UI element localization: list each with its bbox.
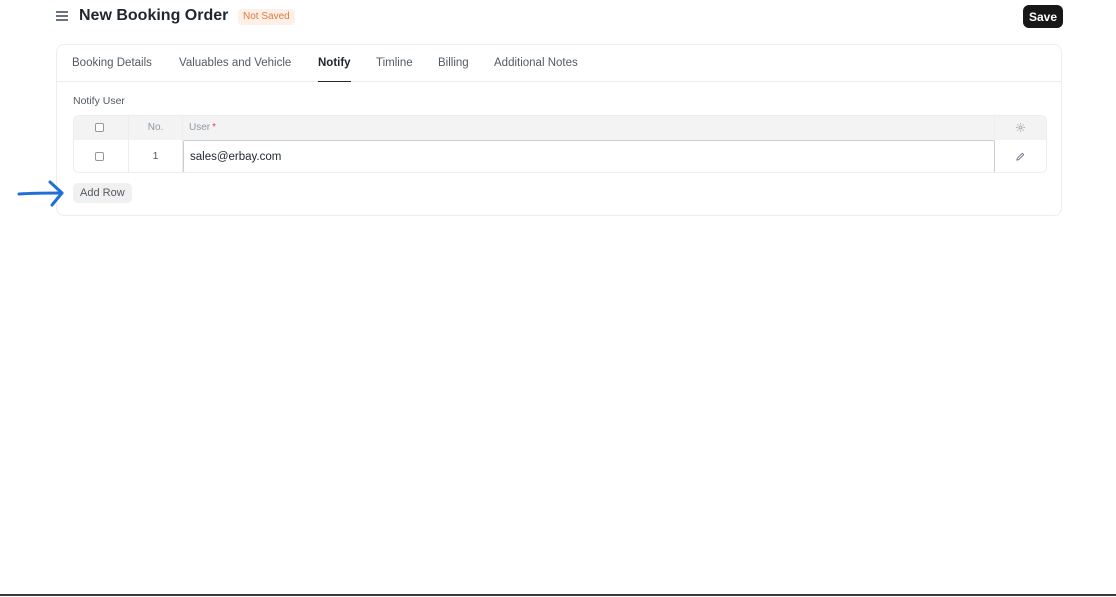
tab-billing[interactable]: Billing bbox=[438, 45, 469, 81]
column-header-user-label: User bbox=[189, 122, 211, 133]
row-check-cell bbox=[74, 140, 129, 172]
arrow-annotation-icon bbox=[17, 180, 64, 207]
table-header: No. User * bbox=[74, 116, 1046, 140]
row-checkbox[interactable] bbox=[95, 152, 104, 161]
tab-valuables-and-vehicle[interactable]: Valuables and Vehicle bbox=[179, 45, 291, 81]
add-row-button[interactable]: Add Row bbox=[73, 183, 132, 203]
required-mark: * bbox=[212, 122, 217, 133]
form-card: Booking Details Valuables and Vehicle No… bbox=[56, 44, 1062, 216]
gear-icon[interactable] bbox=[1015, 122, 1026, 133]
header-check-cell bbox=[74, 116, 129, 140]
row-number: 1 bbox=[152, 150, 159, 162]
row-no-cell: 1 bbox=[129, 140, 183, 172]
save-button[interactable]: Save bbox=[1023, 5, 1063, 28]
hamburger-icon[interactable] bbox=[56, 9, 68, 23]
table-row: 1 bbox=[74, 140, 1046, 172]
status-badge: Not Saved bbox=[238, 9, 295, 25]
row-edit-cell bbox=[995, 140, 1046, 172]
page-title: New Booking Order bbox=[79, 7, 229, 24]
pencil-icon[interactable] bbox=[1015, 151, 1026, 162]
bottom-divider bbox=[0, 594, 1116, 596]
notify-user-table: No. User * 1 bbox=[73, 115, 1047, 173]
tab-bar: Booking Details Valuables and Vehicle No… bbox=[57, 45, 1061, 82]
row-user-cell bbox=[183, 140, 995, 172]
tab-additional-notes[interactable]: Additional Notes bbox=[494, 45, 578, 81]
tab-timline[interactable]: Timline bbox=[376, 45, 413, 81]
notify-user-label: Notify User bbox=[73, 95, 125, 107]
header-user-cell: User * bbox=[183, 116, 995, 140]
header-settings-cell bbox=[995, 116, 1046, 140]
page-header: New Booking Order Not Saved Save bbox=[0, 0, 1116, 34]
column-header-no: No. bbox=[147, 122, 164, 133]
tab-booking-details[interactable]: Booking Details bbox=[72, 45, 152, 81]
select-all-checkbox[interactable] bbox=[95, 123, 104, 132]
column-header-user: User * bbox=[189, 122, 216, 133]
tab-notify[interactable]: Notify bbox=[318, 45, 351, 82]
header-no-cell: No. bbox=[129, 116, 183, 140]
user-input[interactable] bbox=[183, 140, 995, 172]
